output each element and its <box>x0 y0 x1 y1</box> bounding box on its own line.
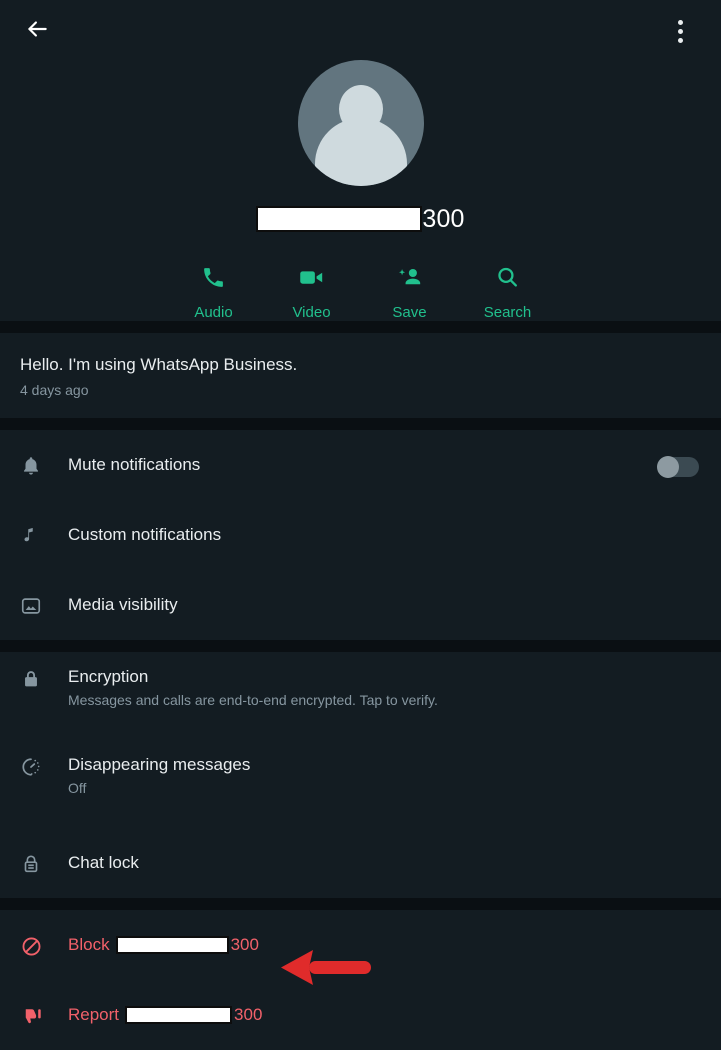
row-title: Disappearing messages <box>68 755 251 774</box>
row-title: Custom notifications <box>68 525 222 545</box>
row-title: Block 300 <box>68 934 699 955</box>
search-icon <box>495 262 520 292</box>
redaction-bar-name <box>256 206 423 232</box>
row-mute-notifications[interactable]: Mute notifications <box>0 430 721 500</box>
default-person-avatar-icon[interactable] <box>297 60 424 186</box>
quick-actions-row: Audio Video Save Search <box>0 262 721 321</box>
block-label: Block <box>68 935 110 955</box>
section-divider <box>0 418 721 430</box>
row-subtitle: Messages and calls are end-to-end encryp… <box>68 692 438 709</box>
overflow-menu-button[interactable] <box>661 12 699 50</box>
action-search-label: Search <box>483 304 532 321</box>
toggle-knob <box>657 456 679 478</box>
action-save-label: Save <box>392 304 427 321</box>
avatar-body-shape <box>314 118 407 186</box>
action-video[interactable]: Video <box>263 262 361 321</box>
row-body: Disappearing messages Off <box>54 754 699 797</box>
app-bar <box>0 0 721 62</box>
row-body: Encryption Messages and calls are end-to… <box>54 666 699 709</box>
row-body: Report 300 <box>54 1004 699 1025</box>
back-arrow-icon <box>24 16 50 47</box>
action-search[interactable]: Search <box>459 262 557 321</box>
row-disappearing-messages[interactable]: Disappearing messages Off <box>0 740 721 828</box>
person-add-icon <box>396 262 423 292</box>
row-subtitle: Off <box>68 780 87 797</box>
bell-icon <box>20 453 54 477</box>
timer-icon <box>20 754 54 778</box>
row-media-visibility[interactable]: Media visibility <box>0 570 721 640</box>
status-text: Hello. I'm using WhatsApp Business. <box>20 355 298 374</box>
row-title: Encryption <box>68 667 149 686</box>
redaction-bar-report <box>125 1006 233 1024</box>
notifications-card: Mute notifications Custom notifications <box>0 430 721 640</box>
row-body: Custom notifications <box>54 524 699 545</box>
music-note-icon <box>20 523 54 547</box>
row-title: Chat lock <box>68 853 139 873</box>
contact-name: 300 <box>0 206 721 232</box>
row-title: Report 300 <box>68 1004 699 1025</box>
report-label: Report <box>68 1005 120 1025</box>
row-title: Mute notifications <box>68 455 201 475</box>
row-encryption[interactable]: Encryption Messages and calls are end-to… <box>0 652 721 740</box>
section-divider <box>0 640 721 652</box>
block-icon <box>20 933 54 958</box>
padlock-icon <box>20 851 54 875</box>
profile-header-card: 300 Audio Video Save Search <box>0 0 721 321</box>
section-divider <box>0 321 721 333</box>
contact-info-screen: 300 Audio Video Save Search Hello. I'm u… <box>0 0 721 1050</box>
row-chat-lock[interactable]: Chat lock <box>0 828 721 898</box>
row-title: Media visibility <box>68 595 178 615</box>
mute-notifications-toggle[interactable] <box>657 456 699 478</box>
status-timestamp: 4 days ago <box>20 382 89 398</box>
privacy-card: Encryption Messages and calls are end-to… <box>0 652 721 898</box>
block-value-suffix: 300 <box>230 935 259 955</box>
row-body: Block 300 <box>54 934 699 955</box>
row-body: Media visibility <box>54 594 699 615</box>
row-custom-notifications[interactable]: Custom notifications <box>0 500 721 570</box>
action-video-label: Video <box>292 304 331 321</box>
danger-actions-card: Block 300 Report 300 <box>0 910 721 1050</box>
video-camera-icon <box>298 262 325 292</box>
redaction-bar-block <box>115 936 229 954</box>
overflow-menu-icon <box>677 18 683 44</box>
avatar-container[interactable] <box>0 60 721 186</box>
row-block-contact[interactable]: Block 300 <box>0 910 721 980</box>
phone-icon <box>201 262 226 292</box>
row-report-contact[interactable]: Report 300 <box>0 980 721 1050</box>
row-body: Chat lock <box>54 852 699 873</box>
action-audio[interactable]: Audio <box>165 262 263 321</box>
contact-name-suffix: 300 <box>422 204 465 233</box>
report-value-suffix: 300 <box>234 1005 263 1025</box>
about-status-card[interactable]: Hello. I'm using WhatsApp Business. 4 da… <box>0 333 721 418</box>
lock-icon <box>20 666 54 690</box>
section-divider <box>0 898 721 910</box>
photo-icon <box>20 593 54 617</box>
row-body: Mute notifications <box>54 454 659 475</box>
action-audio-label: Audio <box>194 304 233 321</box>
action-save[interactable]: Save <box>361 262 459 321</box>
back-button[interactable] <box>18 12 56 50</box>
